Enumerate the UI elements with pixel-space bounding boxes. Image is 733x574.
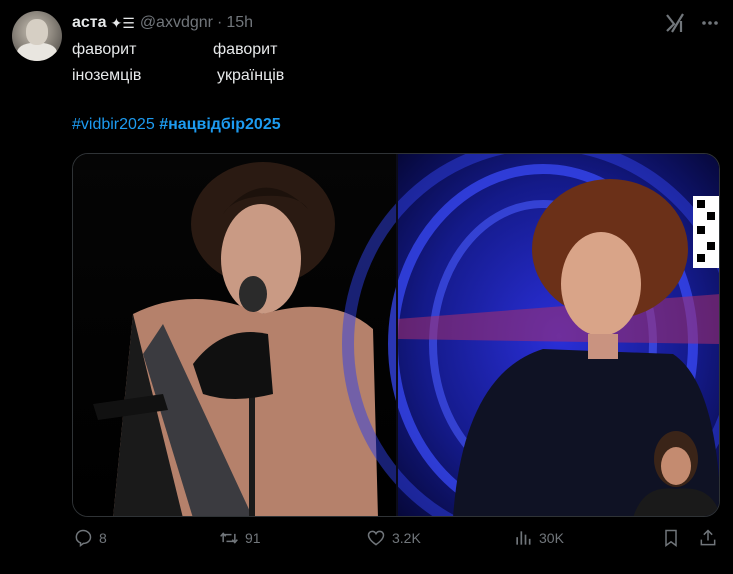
hashtags: #vidbir2025 #нацвідбір2025 [72,116,281,134]
author-handle[interactable]: @axvdgnr [140,14,213,32]
author-avatar[interactable] [12,11,62,61]
hashtag-natsvidbir[interactable]: #нацвідбір2025 [159,116,280,133]
repost-icon [220,532,238,544]
share-button[interactable] [698,528,718,548]
author-emoji: ✦☰ [110,14,135,31]
bookmark-button[interactable] [661,528,681,548]
reply-icon [75,529,92,547]
tweet-actions: 8 91 3.2K 30K [0,528,733,564]
tweet-header: аста ✦☰ @axvdgnr · 15h [72,14,253,32]
like-button[interactable]: 3.2K [366,528,421,548]
media-image [73,154,719,516]
tweet-time[interactable]: 15h [226,14,253,32]
repost-button[interactable]: 91 [219,528,261,548]
tweet-media[interactable] [72,153,720,517]
share-icon [700,529,716,546]
tweet-text-foreigners: іноземців [72,67,142,84]
reply-button[interactable]: 8 [73,528,107,548]
views-icon [516,531,531,545]
views-count: 30K [539,530,564,546]
tweet-text-favorite-right: фаворит [213,41,278,58]
repost-count: 91 [245,530,261,546]
hashtag-vidbir[interactable]: #vidbir2025 [72,116,155,133]
tweet-text-favorite-left: фаворит [72,41,137,58]
like-count: 3.2K [392,530,421,546]
author-name[interactable]: аста [72,14,107,32]
avatar-face [26,19,48,45]
more-icon[interactable] [700,15,720,31]
like-icon [367,530,385,546]
views-button[interactable]: 30K [513,528,564,548]
bookmark-icon [665,529,677,547]
separator-dot: · [216,14,223,31]
avatar-shirt [17,43,57,61]
right-photo-singer [342,154,719,516]
tweet-text-ukrainians: українців [217,67,285,84]
reply-count: 8 [99,530,107,546]
grok-icon[interactable] [664,12,686,34]
